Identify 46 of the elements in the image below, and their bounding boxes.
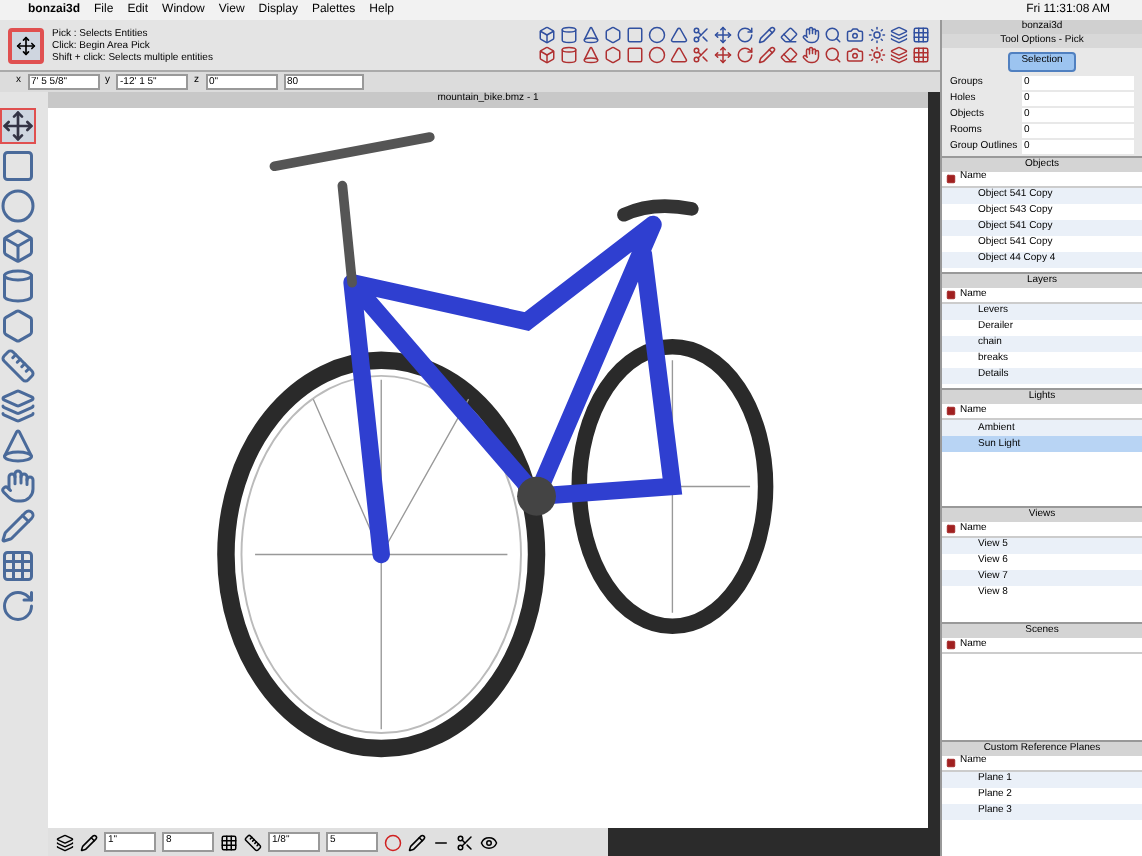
move-icon[interactable] bbox=[714, 46, 732, 64]
rotate-icon[interactable] bbox=[736, 26, 754, 44]
pick-tool-icon[interactable] bbox=[8, 27, 44, 63]
rotate-tool-icon[interactable] bbox=[0, 588, 36, 624]
move-icon[interactable] bbox=[714, 26, 732, 44]
square-icon[interactable] bbox=[626, 46, 644, 64]
rotate-icon[interactable] bbox=[736, 46, 754, 64]
eraser-icon[interactable] bbox=[780, 46, 798, 64]
pencil-icon[interactable] bbox=[80, 833, 98, 851]
rectangle-tool-icon[interactable] bbox=[0, 148, 36, 184]
pencil-tool-icon[interactable] bbox=[0, 508, 36, 544]
eye-icon[interactable] bbox=[480, 833, 498, 851]
sun-icon[interactable] bbox=[868, 46, 886, 64]
hexagon-icon[interactable] bbox=[604, 26, 622, 44]
hand-icon[interactable] bbox=[802, 26, 820, 44]
layers-icon[interactable] bbox=[56, 833, 74, 851]
search-icon[interactable] bbox=[824, 26, 842, 44]
camera-icon[interactable] bbox=[846, 26, 864, 44]
cylinder-icon[interactable] bbox=[560, 26, 578, 44]
cone-icon[interactable] bbox=[582, 26, 600, 44]
circle-icon[interactable] bbox=[648, 26, 666, 44]
box-icon[interactable] bbox=[538, 26, 556, 44]
camera-icon[interactable] bbox=[846, 46, 864, 64]
hand-icon[interactable] bbox=[802, 46, 820, 64]
grid-icon[interactable] bbox=[912, 26, 930, 44]
ruler-icon[interactable] bbox=[244, 833, 262, 851]
box-icon[interactable] bbox=[538, 46, 556, 64]
shape-tool-icon[interactable] bbox=[0, 308, 36, 344]
hexagon-icon[interactable] bbox=[604, 46, 622, 64]
hand-tool-icon[interactable] bbox=[0, 468, 36, 504]
square-icon[interactable] bbox=[626, 26, 644, 44]
box-tool-icon[interactable] bbox=[0, 228, 36, 264]
cylinder-tool-icon[interactable] bbox=[0, 268, 36, 304]
pencil-icon[interactable] bbox=[408, 833, 426, 851]
eraser-icon[interactable] bbox=[780, 26, 798, 44]
scissors-icon[interactable] bbox=[456, 833, 474, 851]
grid-tool-icon[interactable] bbox=[0, 548, 36, 584]
sun-icon[interactable] bbox=[868, 26, 886, 44]
scissors-icon[interactable] bbox=[692, 26, 710, 44]
pencil-icon[interactable] bbox=[758, 26, 776, 44]
cone-icon[interactable] bbox=[582, 46, 600, 64]
circle-icon[interactable] bbox=[648, 46, 666, 64]
layers-icon[interactable] bbox=[890, 26, 908, 44]
search-icon[interactable] bbox=[824, 46, 842, 64]
grid-icon[interactable] bbox=[220, 833, 238, 851]
cylinder-icon[interactable] bbox=[560, 46, 578, 64]
